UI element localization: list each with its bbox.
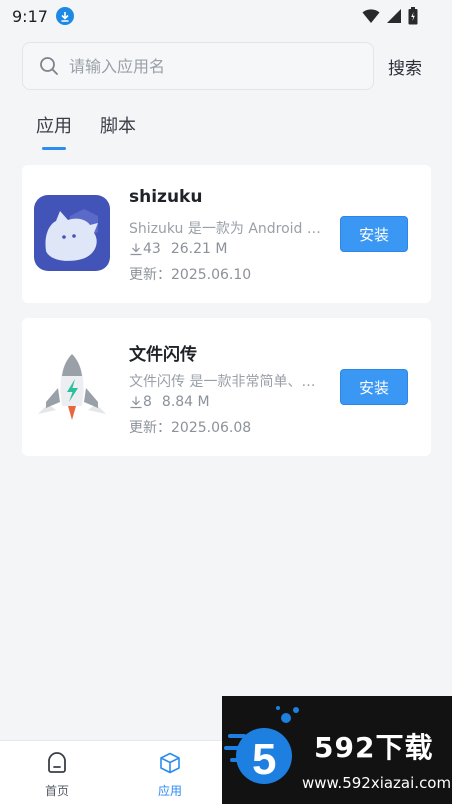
cube-icon — [160, 752, 180, 774]
tab-scripts[interactable]: 脚本 — [100, 112, 136, 150]
app-description: Shizuku 是一款为 Android 设备提供高级权限 — [129, 221, 327, 237]
app-card-shizuku[interactable]: shizuku Shizuku 是一款为 Android 设备提供高级权限 43… — [22, 165, 431, 303]
search-row: 搜索 — [22, 42, 432, 90]
nav-label: 首页 — [44, 784, 69, 798]
status-time: 9:17 — [12, 6, 48, 26]
search-box[interactable] — [22, 42, 374, 90]
install-button[interactable]: 安装 — [340, 369, 408, 405]
download-notification-icon — [55, 7, 74, 25]
app-card-file-transfer[interactable]: 文件闪传 文件闪传 是一款非常简单、实用的文件传输工具 8 8.84 M 更新：… — [22, 318, 431, 456]
search-icon — [40, 57, 58, 75]
app-name: shizuku — [129, 187, 203, 207]
watermark-url: www.592xiazai.com — [302, 774, 452, 792]
nav-label: 应用 — [157, 784, 182, 798]
install-button[interactable]: 安装 — [340, 216, 408, 252]
status-bar: 9:17 — [0, 0, 452, 32]
nav-item-apps[interactable]: 应用 — [140, 751, 200, 799]
nav-item-home[interactable]: 首页 — [27, 751, 87, 799]
wifi-icon — [362, 9, 380, 23]
update-date: 更新：2025.06.08 — [129, 420, 252, 436]
watermark-title: 592下载 — [314, 731, 434, 764]
watermark-592xiazai: 5 592下载 www.592xiazai.com — [222, 696, 452, 804]
search-input[interactable] — [69, 56, 349, 76]
status-icons — [362, 7, 418, 25]
file-size: 8.84 M — [161, 394, 210, 410]
app-description: 文件闪传 是一款非常简单、实用的文件传输工具 — [129, 374, 327, 390]
battery-icon — [408, 7, 418, 25]
download-count: 8 — [143, 394, 152, 410]
update-date: 更新：2025.06.10 — [129, 267, 252, 283]
download-count: 43 — [143, 241, 161, 257]
home-icon — [48, 752, 66, 773]
file-size: 26.21 M — [170, 241, 228, 257]
shizuku-app-icon — [34, 195, 110, 271]
app-meta: 8 8.84 M — [129, 394, 210, 410]
search-button[interactable]: 搜索 — [388, 54, 422, 79]
cellular-signal-icon — [387, 9, 401, 23]
download-icon — [130, 396, 142, 409]
app-name: 文件闪传 — [129, 345, 197, 365]
download-icon — [130, 243, 142, 256]
tab-apps[interactable]: 应用 — [36, 112, 72, 150]
app-meta: 43 26.21 M — [129, 241, 227, 257]
watermark-logo-icon: 5 — [224, 706, 299, 784]
rocket-app-icon — [34, 348, 110, 424]
watermark-logo-digit: 5 — [252, 735, 276, 784]
category-tabs: 应用 脚本 — [36, 112, 136, 150]
